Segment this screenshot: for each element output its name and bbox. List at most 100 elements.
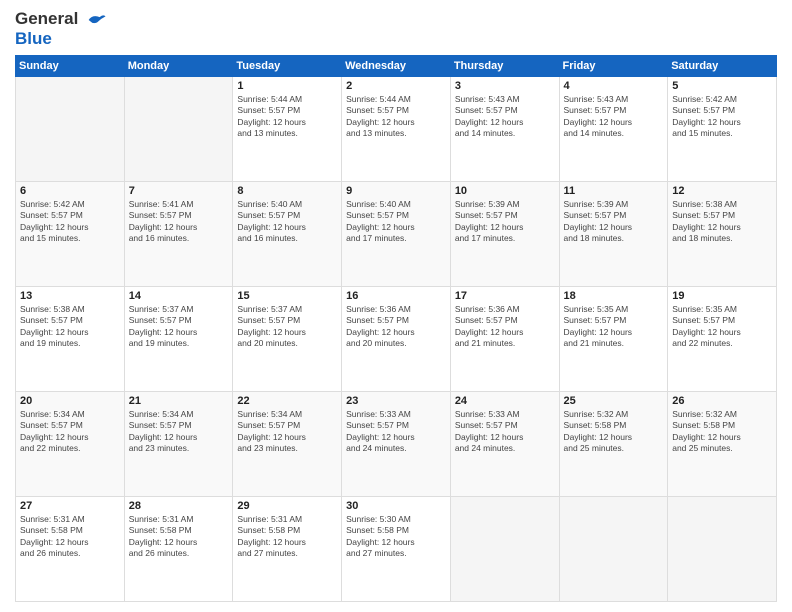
day-info: Sunrise: 5:31 AM Sunset: 5:58 PM Dayligh… [129, 514, 229, 560]
day-number: 8 [237, 185, 337, 197]
day-info: Sunrise: 5:37 AM Sunset: 5:57 PM Dayligh… [129, 304, 229, 350]
day-cell: 13 Sunrise: 5:38 AM Sunset: 5:57 PM Dayli… [16, 286, 125, 391]
day-info: Sunrise: 5:38 AM Sunset: 5:57 PM Dayligh… [672, 199, 772, 245]
day-cell: 5 Sunrise: 5:42 AM Sunset: 5:57 PM Daylig… [668, 76, 777, 181]
week-row-1: 1 Sunrise: 5:44 AM Sunset: 5:57 PM Daylig… [16, 76, 777, 181]
day-number: 10 [455, 185, 555, 197]
day-number: 9 [346, 185, 446, 197]
day-number: 28 [129, 500, 229, 512]
day-number: 3 [455, 80, 555, 92]
day-number: 2 [346, 80, 446, 92]
day-cell [124, 76, 233, 181]
day-cell: 10 Sunrise: 5:39 AM Sunset: 5:57 PM Dayli… [450, 181, 559, 286]
day-number: 17 [455, 290, 555, 302]
day-cell: 25Sunrise: 5:32 AM Sunset: 5:58 PM Dayli… [559, 391, 668, 496]
day-number: 15 [237, 290, 337, 302]
day-header-sunday: Sunday [16, 55, 125, 76]
day-cell: 6 Sunrise: 5:42 AM Sunset: 5:57 PM Daylig… [16, 181, 125, 286]
day-cell: 1 Sunrise: 5:44 AM Sunset: 5:57 PM Daylig… [233, 76, 342, 181]
day-cell: 16 Sunrise: 5:36 AM Sunset: 5:57 PM Dayli… [342, 286, 451, 391]
day-number: 7 [129, 185, 229, 197]
day-cell [16, 76, 125, 181]
day-cell: 21Sunrise: 5:34 AM Sunset: 5:57 PM Dayli… [124, 391, 233, 496]
day-info: Sunrise: 5:33 AM Sunset: 5:57 PM Dayligh… [455, 409, 555, 455]
day-number: 6 [20, 185, 120, 197]
day-info: Sunrise: 5:42 AM Sunset: 5:57 PM Dayligh… [20, 199, 120, 245]
day-number: 23 [346, 395, 446, 407]
day-number: 4 [564, 80, 664, 92]
day-cell: 22 Sunrise: 5:34 AM Sunset: 5:57 PM Dayli… [233, 391, 342, 496]
day-info: Sunrise: 5:31 AM Sunset: 5:58 PM Dayligh… [237, 514, 337, 560]
day-cell: 17 Sunrise: 5:36 AM Sunset: 5:57 PM Dayli… [450, 286, 559, 391]
day-header-saturday: Saturday [668, 55, 777, 76]
day-cell: 11Sunrise: 5:39 AM Sunset: 5:57 PM Dayli… [559, 181, 668, 286]
day-header-wednesday: Wednesday [342, 55, 451, 76]
day-number: 13 [20, 290, 120, 302]
week-row-5: 27 Sunrise: 5:31 AM Sunset: 5:58 PM Dayli… [16, 496, 777, 601]
day-number: 24 [455, 395, 555, 407]
week-row-3: 13 Sunrise: 5:38 AM Sunset: 5:57 PM Dayli… [16, 286, 777, 391]
day-info: Sunrise: 5:31 AM Sunset: 5:58 PM Dayligh… [20, 514, 120, 560]
logo-bird-icon [85, 12, 107, 28]
day-number: 16 [346, 290, 446, 302]
header: General Blue [15, 10, 777, 49]
day-info: Sunrise: 5:36 AM Sunset: 5:57 PM Dayligh… [455, 304, 555, 350]
day-cell: 12Sunrise: 5:38 AM Sunset: 5:57 PM Dayli… [668, 181, 777, 286]
day-number: 5 [672, 80, 772, 92]
day-info: Sunrise: 5:32 AM Sunset: 5:58 PM Dayligh… [564, 409, 664, 455]
day-info: Sunrise: 5:34 AM Sunset: 5:57 PM Dayligh… [237, 409, 337, 455]
day-cell: 14 Sunrise: 5:37 AM Sunset: 5:57 PM Dayli… [124, 286, 233, 391]
logo-blue: Blue [15, 29, 107, 49]
day-info: Sunrise: 5:36 AM Sunset: 5:57 PM Dayligh… [346, 304, 446, 350]
day-cell [559, 496, 668, 601]
day-number: 22 [237, 395, 337, 407]
day-info: Sunrise: 5:44 AM Sunset: 5:57 PM Dayligh… [237, 94, 337, 140]
day-number: 11 [564, 185, 664, 197]
day-info: Sunrise: 5:37 AM Sunset: 5:57 PM Dayligh… [237, 304, 337, 350]
day-number: 1 [237, 80, 337, 92]
day-cell: 24 Sunrise: 5:33 AM Sunset: 5:57 PM Dayli… [450, 391, 559, 496]
day-info: Sunrise: 5:40 AM Sunset: 5:57 PM Dayligh… [237, 199, 337, 245]
calendar-header-row: SundayMondayTuesdayWednesdayThursdayFrid… [16, 55, 777, 76]
week-row-4: 20 Sunrise: 5:34 AM Sunset: 5:57 PM Dayli… [16, 391, 777, 496]
day-cell: 2Sunrise: 5:44 AM Sunset: 5:57 PM Daylig… [342, 76, 451, 181]
day-cell: 3 Sunrise: 5:43 AM Sunset: 5:57 PM Daylig… [450, 76, 559, 181]
day-number: 20 [20, 395, 120, 407]
day-cell: 7 Sunrise: 5:41 AM Sunset: 5:57 PM Daylig… [124, 181, 233, 286]
day-number: 27 [20, 500, 120, 512]
day-number: 29 [237, 500, 337, 512]
day-info: Sunrise: 5:41 AM Sunset: 5:57 PM Dayligh… [129, 199, 229, 245]
day-info: Sunrise: 5:43 AM Sunset: 5:57 PM Dayligh… [455, 94, 555, 140]
day-info: Sunrise: 5:35 AM Sunset: 5:57 PM Dayligh… [564, 304, 664, 350]
day-info: Sunrise: 5:40 AM Sunset: 5:57 PM Dayligh… [346, 199, 446, 245]
day-info: Sunrise: 5:35 AM Sunset: 5:57 PM Dayligh… [672, 304, 772, 350]
day-info: Sunrise: 5:42 AM Sunset: 5:57 PM Dayligh… [672, 94, 772, 140]
day-info: Sunrise: 5:39 AM Sunset: 5:57 PM Dayligh… [455, 199, 555, 245]
day-cell: 28 Sunrise: 5:31 AM Sunset: 5:58 PM Dayli… [124, 496, 233, 601]
day-number: 26 [672, 395, 772, 407]
day-info: Sunrise: 5:43 AM Sunset: 5:57 PM Dayligh… [564, 94, 664, 140]
day-cell: 26 Sunrise: 5:32 AM Sunset: 5:58 PM Dayli… [668, 391, 777, 496]
day-cell: 18 Sunrise: 5:35 AM Sunset: 5:57 PM Dayli… [559, 286, 668, 391]
day-header-friday: Friday [559, 55, 668, 76]
day-header-tuesday: Tuesday [233, 55, 342, 76]
day-number: 21 [129, 395, 229, 407]
day-cell: 15 Sunrise: 5:37 AM Sunset: 5:57 PM Dayli… [233, 286, 342, 391]
day-cell: 8 Sunrise: 5:40 AM Sunset: 5:57 PM Daylig… [233, 181, 342, 286]
page: General Blue SundayMondayTuesdayWednesda… [0, 0, 792, 612]
day-info: Sunrise: 5:38 AM Sunset: 5:57 PM Dayligh… [20, 304, 120, 350]
day-cell: 30 Sunrise: 5:30 AM Sunset: 5:58 PM Dayli… [342, 496, 451, 601]
day-info: Sunrise: 5:32 AM Sunset: 5:58 PM Dayligh… [672, 409, 772, 455]
day-number: 30 [346, 500, 446, 512]
day-cell: 27 Sunrise: 5:31 AM Sunset: 5:58 PM Dayli… [16, 496, 125, 601]
day-cell: 23Sunrise: 5:33 AM Sunset: 5:57 PM Dayli… [342, 391, 451, 496]
day-info: Sunrise: 5:30 AM Sunset: 5:58 PM Dayligh… [346, 514, 446, 560]
day-cell: 20Sunrise: 5:34 AM Sunset: 5:57 PM Dayli… [16, 391, 125, 496]
day-header-thursday: Thursday [450, 55, 559, 76]
calendar-table: SundayMondayTuesdayWednesdayThursdayFrid… [15, 55, 777, 602]
day-cell: 9 Sunrise: 5:40 AM Sunset: 5:57 PM Daylig… [342, 181, 451, 286]
day-header-monday: Monday [124, 55, 233, 76]
day-number: 18 [564, 290, 664, 302]
day-number: 14 [129, 290, 229, 302]
week-row-2: 6 Sunrise: 5:42 AM Sunset: 5:57 PM Daylig… [16, 181, 777, 286]
